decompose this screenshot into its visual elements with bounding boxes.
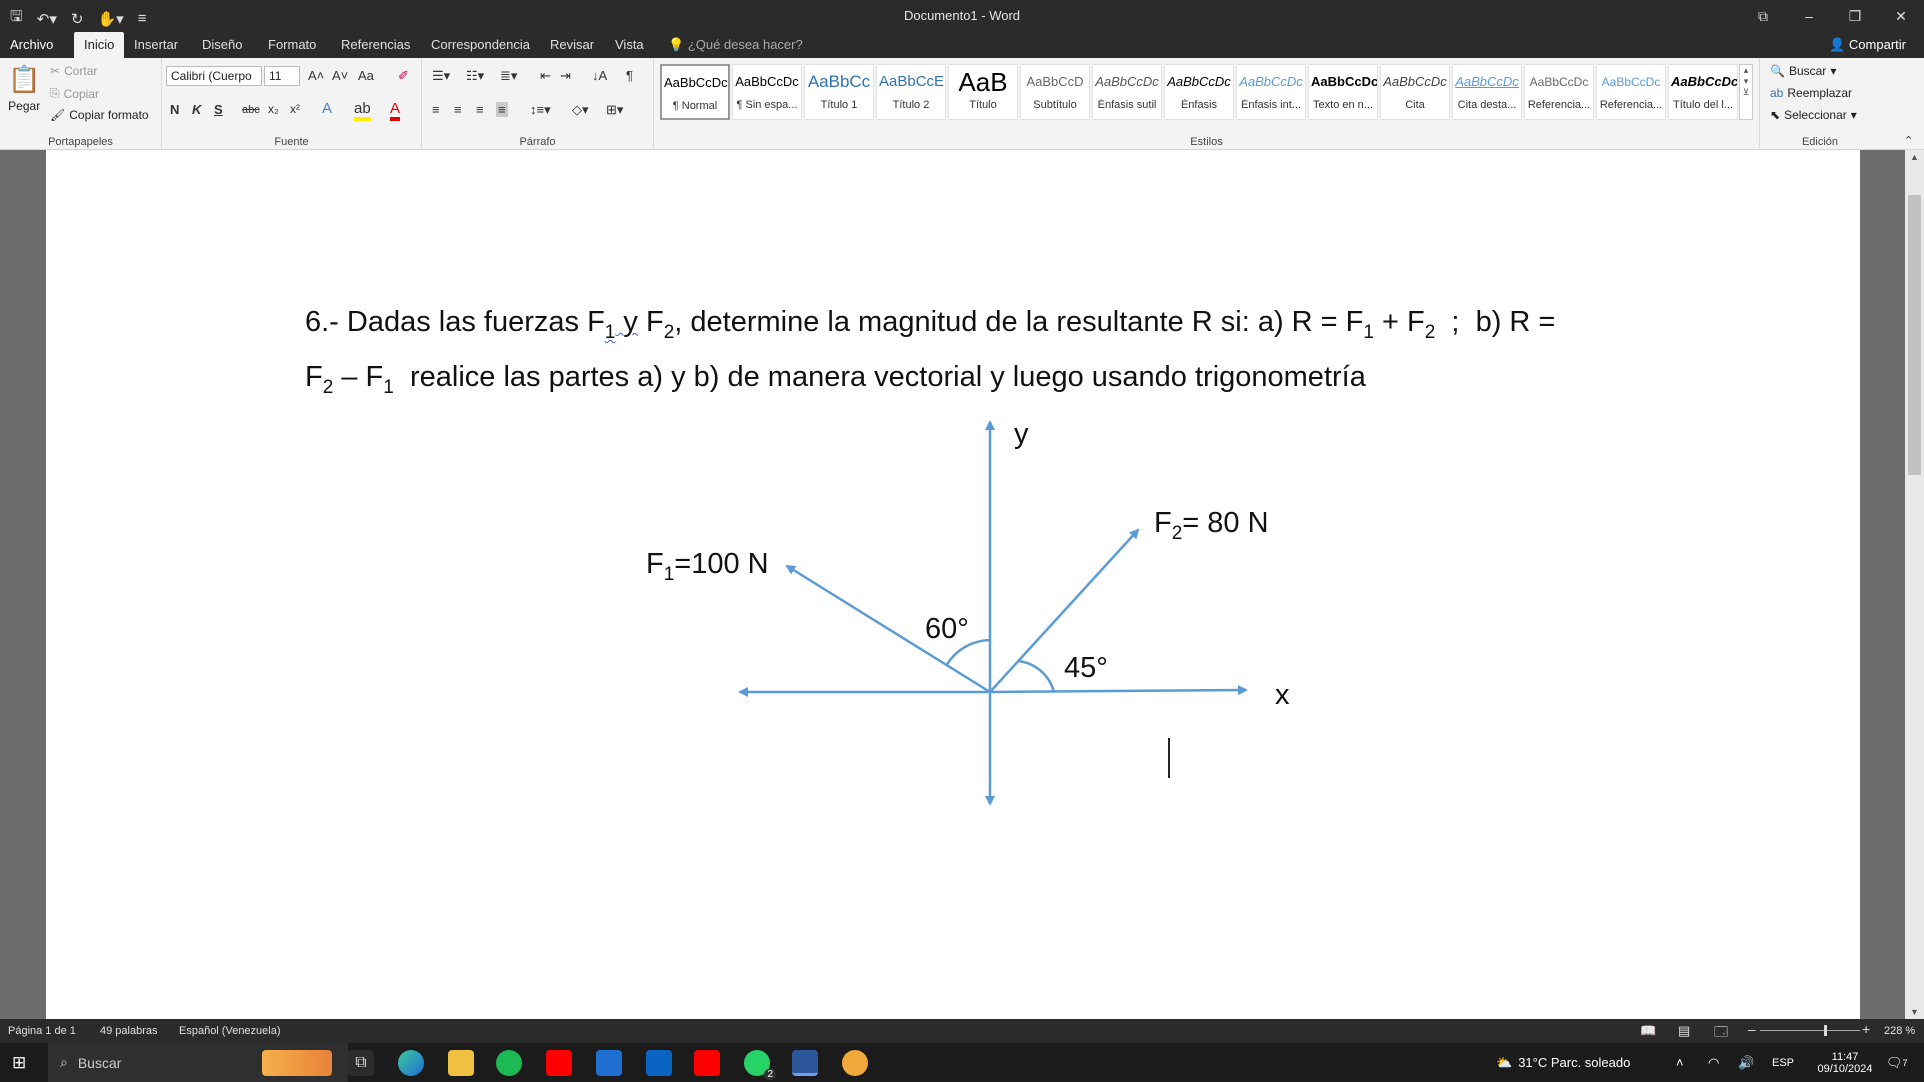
angle-45-label: 45° (1064, 652, 1108, 684)
store-icon[interactable] (596, 1050, 622, 1076)
print-layout-icon[interactable]: ▤ (1678, 1023, 1690, 1039)
clock-date: 09/10/2024 (1817, 1062, 1873, 1075)
spotify-icon[interactable] (496, 1050, 522, 1076)
scrollbar-thumb[interactable] (1908, 195, 1921, 475)
read-mode-icon[interactable]: 📖 (1640, 1023, 1656, 1039)
wifi-icon[interactable]: ◠ (1708, 1043, 1719, 1082)
whatsapp-badge: 2 (764, 1069, 776, 1080)
zoom-slider[interactable] (1760, 1030, 1860, 1031)
app-icon[interactable] (842, 1050, 868, 1076)
zoom-level[interactable]: 228 % (1884, 1025, 1915, 1037)
task-view-icon[interactable]: ⧉ (348, 1050, 374, 1076)
f1-label-main: F (646, 548, 664, 580)
search-icon: ⌕ (60, 1054, 68, 1070)
word-count[interactable]: 49 palabras (100, 1025, 158, 1037)
volume-icon[interactable]: 🔊 (1738, 1043, 1754, 1082)
search-highlight-icon (262, 1050, 332, 1076)
page-count[interactable]: Página 1 de 1 (8, 1025, 76, 1037)
whatsapp-icon[interactable]: 2 (744, 1050, 776, 1080)
f1-label-sub: 1 (664, 564, 675, 585)
force-diagram[interactable]: y x F1=100 N F2= 80 N 60° 45° (0, 0, 1924, 1082)
word-taskbar-icon[interactable] (792, 1050, 818, 1076)
taskbar-search-label: Buscar (77, 1054, 122, 1071)
weather-text: 31°C Parc. soleado (1518, 1055, 1631, 1070)
f2-label-sub: 2 (1172, 523, 1183, 544)
f1-label: F1=100 N (646, 548, 769, 585)
zoom-slider-thumb[interactable] (1824, 1025, 1827, 1036)
web-layout-icon[interactable]: 🗔 (1714, 1023, 1728, 1045)
x-axis-right (989, 685, 1248, 696)
f2-label-main: F (1154, 507, 1172, 539)
f1-label-rest: =100 N (674, 548, 768, 580)
youtube-icon[interactable] (546, 1050, 572, 1076)
y-axis-label: y (1014, 418, 1029, 450)
f2-label-rest: = 80 N (1182, 507, 1268, 539)
scroll-up-icon[interactable]: ▲ (1910, 152, 1919, 162)
youtube-app-icon[interactable] (694, 1050, 720, 1076)
notifications-icon[interactable]: 🗨 7 (1886, 1043, 1908, 1082)
taskbar: ⊞ ⌕ Buscar ⧉ 2 ⛅ 31°C Parc. soleado ˄ ◠ 🔊… (0, 1043, 1924, 1082)
f2-label: F2= 80 N (1154, 507, 1269, 544)
vertical-scrollbar[interactable]: ▲ ▼ (1905, 150, 1924, 1019)
status-bar: Página 1 de 1 49 palabras Español (Venez… (0, 1019, 1924, 1043)
text-cursor (1168, 738, 1170, 778)
language-status[interactable]: Español (Venezuela) (179, 1025, 281, 1037)
tray-chevron-icon[interactable]: ˄ (1676, 1043, 1684, 1082)
zoom-out-icon[interactable]: – (1748, 1021, 1756, 1037)
edge-icon[interactable] (398, 1050, 424, 1076)
zoom-in-icon[interactable]: + (1862, 1021, 1870, 1037)
windows-start-icon[interactable]: ⊞ (12, 1053, 26, 1073)
angle-60-label: 60° (925, 613, 969, 645)
weather-widget[interactable]: ⛅ 31°C Parc. soleado (1496, 1043, 1630, 1082)
angle-arc-45 (1017, 659, 1056, 693)
notification-count: 7 (1902, 1057, 1908, 1068)
weather-icon: ⛅ (1496, 1054, 1513, 1070)
x-axis-label: x (1275, 679, 1290, 711)
file-explorer-icon[interactable] (448, 1050, 474, 1076)
clock-time: 11:47 (1831, 1050, 1859, 1063)
outlook-icon[interactable] (646, 1050, 672, 1076)
scroll-down-icon[interactable]: ▼ (1910, 1007, 1919, 1017)
clock[interactable]: 11:47 09/10/2024 (1800, 1043, 1890, 1082)
input-language[interactable]: ESP (1772, 1043, 1794, 1082)
